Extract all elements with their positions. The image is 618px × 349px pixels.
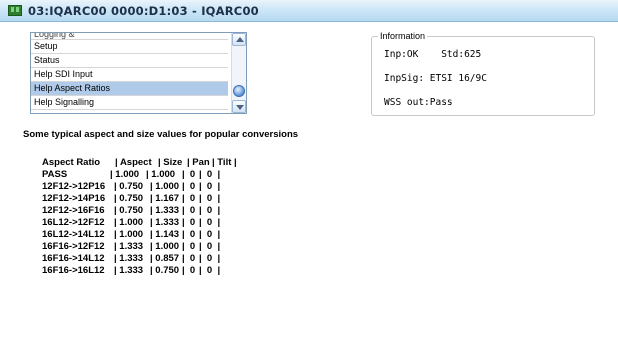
cell-size: | 1.000	[146, 169, 176, 180]
cell-aspect-ratio: 16F16->14L12	[42, 253, 105, 264]
col-header-aspect-ratio: Aspect Ratio	[42, 157, 101, 168]
cell-aspect: | 0.750	[114, 181, 144, 192]
table-row: 16L12->12F12 | 1.000 | 1.333 | 0 | 0 |	[42, 217, 220, 229]
list-item-help-aspect-ratios[interactable]: Help Aspect Ratios	[31, 82, 228, 96]
cell-size: | 1.000	[150, 181, 180, 192]
col-header-aspect: | Aspect	[115, 157, 152, 168]
scroll-thumb[interactable]	[233, 85, 245, 97]
col-header-pan: | Pan	[187, 157, 210, 168]
information-legend: Information	[378, 31, 428, 41]
cell-aspect-ratio: 12F12->16F16	[42, 205, 105, 216]
table-row: 16F16->16L12 | 1.333 | 0.750 | 0 | 0 |	[42, 265, 220, 277]
chevron-up-icon	[236, 37, 244, 42]
scroll-up-button[interactable]	[232, 33, 246, 46]
cell-size: | 1.333	[150, 217, 180, 228]
cell-pan: | 0	[182, 169, 196, 180]
wss-output-status: WSS out:Pass	[384, 97, 453, 108]
table-row: 12F12->14P16 | 0.750 | 1.167 | 0 | 0 |	[42, 193, 220, 205]
cell-pan: | 0	[182, 205, 196, 216]
help-description: Some typical aspect and size values for …	[23, 129, 299, 140]
cell-aspect-ratio: 16L12->14L12	[42, 229, 105, 240]
cell-tilt: | 0 |	[199, 193, 221, 204]
cell-aspect-ratio: 16F16->16L12	[42, 265, 105, 276]
list-item-logging[interactable]: Logging &	[31, 33, 228, 40]
table-row: PASS | 1.000 | 1.000 | 0 | 0 |	[42, 169, 220, 181]
cell-size: | 1.333	[150, 205, 180, 216]
cell-size: | 1.000	[150, 241, 180, 252]
cell-aspect: | 1.000	[114, 229, 144, 240]
cell-pan: | 0	[182, 217, 196, 228]
list-item-status[interactable]: Status	[31, 54, 228, 68]
title-bar[interactable]: 03:IQARC00 0000:D1:03 - IQARC00	[0, 0, 618, 22]
cell-tilt: | 0 |	[199, 169, 221, 180]
content-panel: Logging & Setup Status Help SDI Input He…	[2, 24, 616, 312]
cell-tilt: | 0 |	[199, 253, 221, 264]
list-item-setup[interactable]: Setup	[31, 40, 228, 54]
table-row: 16L12->14L12 | 1.000 | 1.143 | 0 | 0 |	[42, 229, 220, 241]
cell-size: | 0.750	[150, 265, 180, 276]
cell-size: | 1.167	[150, 193, 180, 204]
information-group: Information Inp:OK Std:625 InpSig: ETSI …	[371, 31, 595, 116]
table-row: 16F16->14L12 | 1.333 | 0.857 | 0 | 0 |	[42, 253, 220, 265]
cell-aspect-ratio: 16F16->12F12	[42, 241, 105, 252]
cell-pan: | 0	[182, 241, 196, 252]
cell-pan: | 0	[182, 181, 196, 192]
col-header-tilt: | Tilt |	[212, 157, 237, 168]
input-status: Inp:OK Std:625	[384, 49, 482, 60]
cell-size: | 0.857	[150, 253, 180, 264]
cell-aspect: | 0.750	[114, 205, 144, 216]
cell-aspect: | 1.333	[114, 241, 144, 252]
cell-tilt: | 0 |	[199, 217, 221, 228]
table-row: 12F12->12P16 | 0.750 | 1.000 | 0 | 0 |	[42, 181, 220, 193]
list-item-help-signalling[interactable]: Help Signalling	[31, 96, 228, 110]
cell-aspect-ratio: 12F12->12P16	[42, 181, 106, 192]
cell-tilt: | 0 |	[199, 241, 221, 252]
cell-aspect-ratio: 16L12->12F12	[42, 217, 105, 228]
scroll-down-button[interactable]	[232, 100, 246, 113]
input-signal: InpSig: ETSI 16/9C	[384, 73, 487, 84]
cell-aspect-ratio: 12F12->14P16	[42, 193, 106, 204]
cell-aspect: | 1.000	[110, 169, 140, 180]
table-row: 16F16->12F12 | 1.333 | 1.000 | 0 | 0 |	[42, 241, 220, 253]
cell-tilt: | 0 |	[199, 265, 221, 276]
cell-aspect: | 0.750	[114, 193, 144, 204]
cell-tilt: | 0 |	[199, 229, 221, 240]
table-row: 12F12->16F16 | 0.750 | 1.333 | 0 | 0 |	[42, 205, 220, 217]
cell-aspect-ratio: PASS	[42, 169, 68, 180]
cell-aspect: | 1.333	[114, 253, 144, 264]
list-scrollbar[interactable]	[231, 33, 246, 113]
cell-pan: | 0	[182, 265, 196, 276]
chevron-down-icon	[236, 105, 244, 110]
cell-pan: | 0	[182, 253, 196, 264]
cell-aspect: | 1.000	[114, 217, 144, 228]
cell-pan: | 0	[182, 229, 196, 240]
list-item-help-sdi-input[interactable]: Help SDI Input	[31, 68, 228, 82]
cell-pan: | 0	[182, 193, 196, 204]
window-title: 03:IQARC00 0000:D1:03 - IQARC00	[28, 3, 259, 18]
app-window: 03:IQARC00 0000:D1:03 - IQARC00 Logging …	[0, 0, 618, 313]
col-header-size: | Size	[158, 157, 183, 168]
help-topic-list[interactable]: Logging & Setup Status Help SDI Input He…	[30, 32, 247, 114]
cell-size: | 1.143	[150, 229, 180, 240]
table-header: Aspect Ratio | Aspect | Size | Pan | Til…	[42, 157, 237, 169]
cell-tilt: | 0 |	[199, 205, 221, 216]
app-icon	[8, 5, 22, 16]
cell-aspect: | 1.333	[114, 265, 144, 276]
cell-tilt: | 0 |	[199, 181, 221, 192]
